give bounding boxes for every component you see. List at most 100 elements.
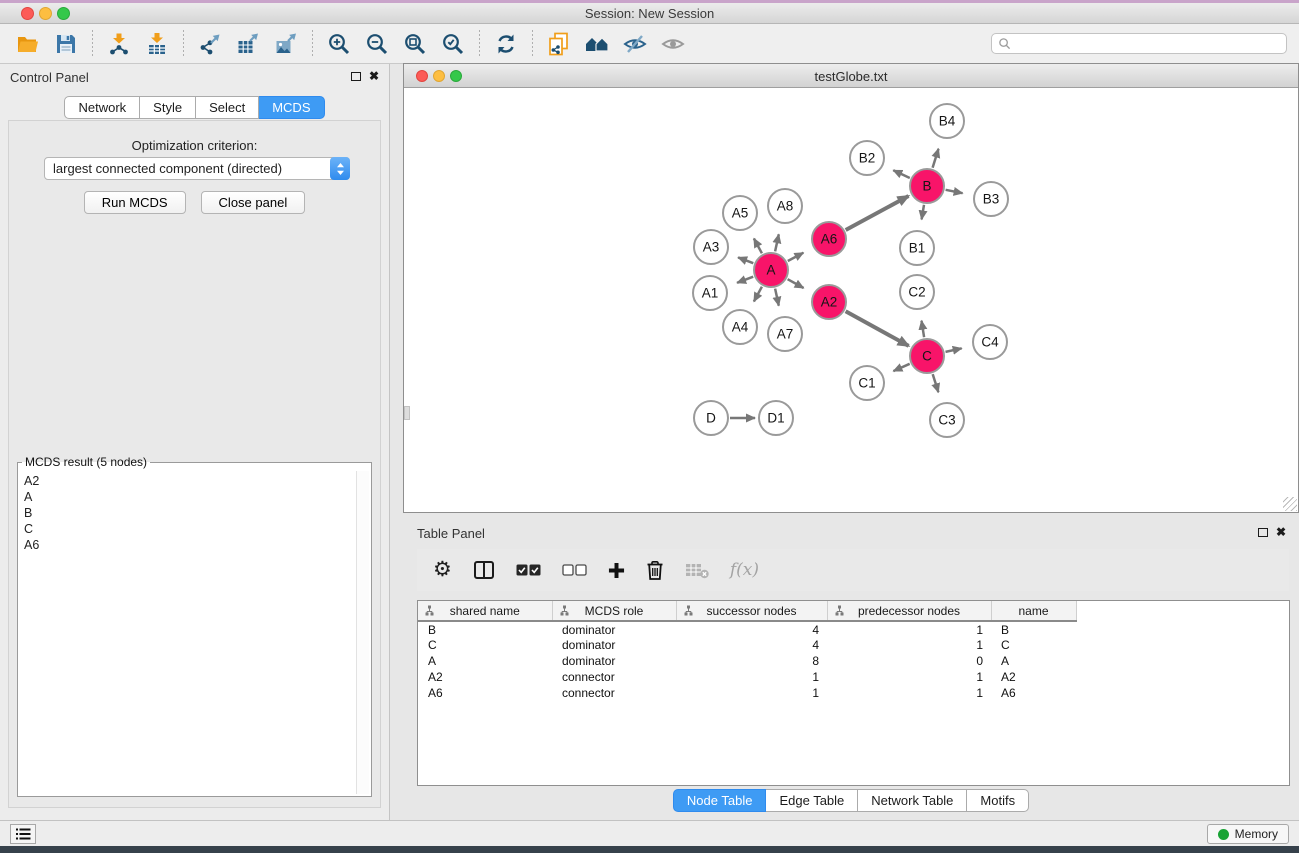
result-scrollbar[interactable]	[356, 471, 369, 794]
tab-network[interactable]: Network	[64, 96, 140, 119]
cell-predecessor-nodes[interactable]: 1	[827, 685, 991, 701]
table-settings-button[interactable]: ⚙	[433, 560, 452, 580]
close-panel-button[interactable]: Close panel	[201, 191, 306, 214]
delete-table-button[interactable]	[685, 561, 709, 579]
cell-shared-name[interactable]: A	[418, 653, 552, 669]
tab-style[interactable]: Style	[140, 96, 196, 119]
export-table-button[interactable]	[232, 28, 264, 60]
cell-shared-name[interactable]: A2	[418, 669, 552, 685]
edge-A-A6[interactable]	[788, 253, 804, 261]
refresh-button[interactable]	[490, 28, 522, 60]
mcds-result-item[interactable]: A	[24, 489, 355, 505]
vertical-scrollbar-thumb[interactable]	[404, 406, 410, 420]
hide-selected-button[interactable]	[619, 28, 651, 60]
edge-B-B4[interactable]	[933, 149, 939, 168]
mcds-result-list[interactable]: A2ABCA6	[20, 470, 355, 794]
delete-columns-button[interactable]	[646, 560, 664, 580]
cell-shared-name[interactable]: B	[418, 621, 552, 637]
column-header-predecessor-nodes[interactable]: predecessor nodes	[827, 601, 991, 621]
cell-predecessor-nodes[interactable]: 0	[827, 653, 991, 669]
cell-successor-nodes[interactable]: 4	[676, 621, 827, 637]
zoom-selected-button[interactable]	[437, 28, 469, 60]
edge-A-A7[interactable]	[775, 289, 779, 306]
cell-successor-nodes[interactable]: 4	[676, 637, 827, 653]
import-table-button[interactable]	[141, 28, 173, 60]
cell-mcds-role[interactable]: dominator	[552, 653, 676, 669]
tab-network-table[interactable]: Network Table	[858, 789, 967, 812]
cell-mcds-role[interactable]: dominator	[552, 637, 676, 653]
mcds-result-item[interactable]: B	[24, 505, 355, 521]
float-panel-icon[interactable]	[351, 72, 361, 81]
run-mcds-button[interactable]: Run MCDS	[84, 191, 186, 214]
network-window-titlebar[interactable]: testGlobe.txt	[404, 64, 1298, 88]
cell-name[interactable]: C	[991, 637, 1076, 653]
edge-B-B2[interactable]	[893, 170, 910, 178]
tab-node-table[interactable]: Node Table	[673, 789, 767, 812]
column-header-mcds-role[interactable]: MCDS role	[552, 601, 676, 621]
table-row[interactable]: A2connector11A2	[418, 669, 1289, 685]
cell-successor-nodes[interactable]: 8	[676, 653, 827, 669]
cell-shared-name[interactable]: A6	[418, 685, 552, 701]
search-box[interactable]	[991, 33, 1287, 54]
open-session-button[interactable]	[12, 28, 44, 60]
edge-A-A5[interactable]	[754, 239, 762, 254]
table-row[interactable]: A6connector11A6	[418, 685, 1289, 701]
mcds-result-item[interactable]: A2	[24, 473, 355, 489]
tab-mcds[interactable]: MCDS	[259, 96, 324, 119]
mcds-result-item[interactable]: A6	[24, 537, 355, 553]
zoom-out-button[interactable]	[361, 28, 393, 60]
table-row[interactable]: Adominator80A	[418, 653, 1289, 669]
table-row[interactable]: Bdominator41B	[418, 621, 1289, 637]
cell-successor-nodes[interactable]: 1	[676, 685, 827, 701]
edge-A-A3[interactable]	[738, 257, 753, 263]
column-header-successor-nodes[interactable]: successor nodes	[676, 601, 827, 621]
zoom-in-button[interactable]	[323, 28, 355, 60]
cell-predecessor-nodes[interactable]: 1	[827, 621, 991, 637]
cell-mcds-role[interactable]: connector	[552, 685, 676, 701]
column-header-shared-name[interactable]: shared name	[418, 601, 552, 621]
tab-select[interactable]: Select	[196, 96, 259, 119]
edge-C-C2[interactable]	[922, 321, 925, 338]
search-input[interactable]	[1015, 37, 1280, 51]
save-session-button[interactable]	[50, 28, 82, 60]
edge-C-C4[interactable]	[946, 348, 962, 352]
function-builder-button[interactable]: f(x)	[730, 560, 759, 580]
export-network-button[interactable]	[194, 28, 226, 60]
cell-shared-name[interactable]: C	[418, 637, 552, 653]
edge-A-A2[interactable]	[788, 279, 804, 288]
cell-name[interactable]: B	[991, 621, 1076, 637]
edge-C-C1[interactable]	[893, 364, 909, 371]
edge-A-A4[interactable]	[754, 287, 762, 302]
add-column-button[interactable]	[608, 562, 625, 579]
deselect-all-button[interactable]	[562, 564, 587, 576]
cell-successor-nodes[interactable]: 1	[676, 669, 827, 685]
edge-A6-B[interactable]	[846, 196, 909, 230]
column-header-name[interactable]: name	[991, 601, 1076, 621]
show-all-button[interactable]	[657, 28, 689, 60]
show-columns-button[interactable]	[473, 559, 495, 581]
close-panel-icon[interactable]: ✖	[369, 71, 379, 81]
optimization-criterion-select[interactable]: largest connected component (directed)	[44, 157, 350, 180]
network-canvas[interactable]: B4B2BB3B1A5A8A6A3AA1C2A2A4A7CC4C1C3DD1	[404, 89, 1298, 512]
first-neighbors-button[interactable]	[581, 28, 613, 60]
resize-grip[interactable]	[1283, 497, 1297, 511]
edge-B-B1[interactable]	[922, 205, 924, 220]
cell-predecessor-nodes[interactable]: 1	[827, 669, 991, 685]
memory-button[interactable]: Memory	[1207, 824, 1289, 844]
export-image-button[interactable]	[270, 28, 302, 60]
tab-motifs[interactable]: Motifs	[967, 789, 1029, 812]
cell-name[interactable]: A6	[991, 685, 1076, 701]
float-table-panel-icon[interactable]	[1258, 528, 1268, 537]
import-network-button[interactable]	[103, 28, 135, 60]
task-history-button[interactable]	[10, 824, 36, 844]
cell-name[interactable]: A2	[991, 669, 1076, 685]
cell-mcds-role[interactable]: dominator	[552, 621, 676, 637]
edge-B-B3[interactable]	[946, 190, 963, 193]
zoom-fit-button[interactable]	[399, 28, 431, 60]
edge-C-C3[interactable]	[933, 374, 939, 392]
cell-predecessor-nodes[interactable]: 1	[827, 637, 991, 653]
select-all-button[interactable]	[516, 564, 541, 576]
edge-A-A8[interactable]	[775, 234, 779, 251]
close-table-panel-icon[interactable]: ✖	[1276, 527, 1286, 537]
tab-edge-table[interactable]: Edge Table	[766, 789, 858, 812]
